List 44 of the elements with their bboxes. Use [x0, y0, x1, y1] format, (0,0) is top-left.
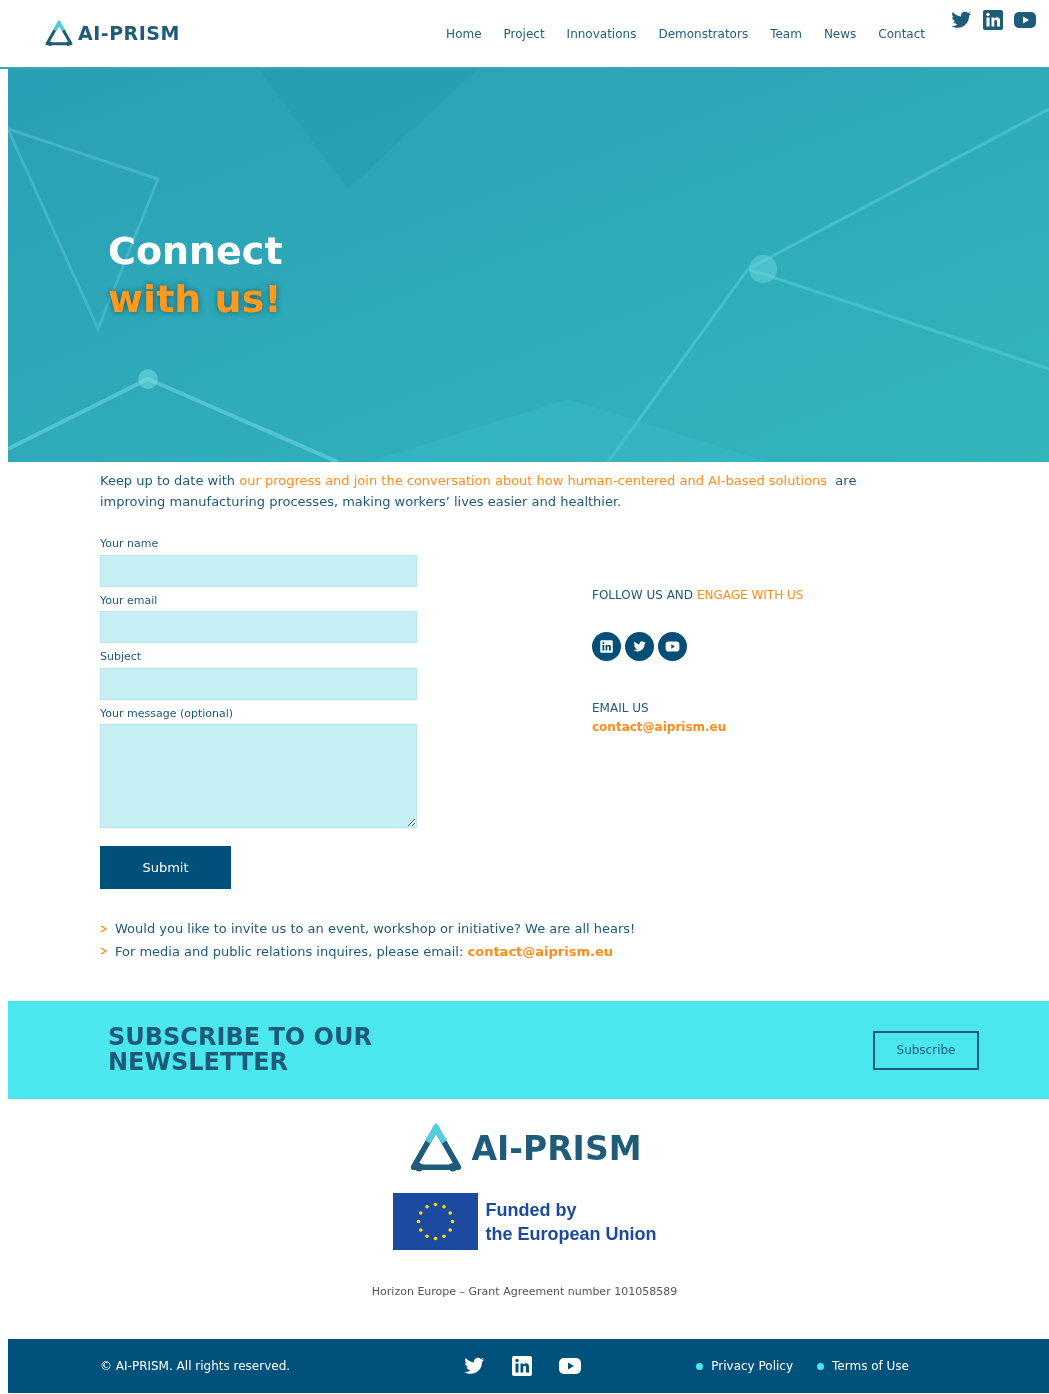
- nav-link[interactable]: News: [823, 24, 857, 43]
- linkedin-icon[interactable]: [599, 639, 614, 654]
- field-label: Your email: [100, 592, 159, 609]
- note-text: Would you like to invite us to an event, workshop or initiative? We are all hears!: [115, 920, 636, 938]
- chevron-icon: [100, 924, 107, 933]
- copyright-text: © AI-PRISM. All rights reserved.: [100, 1358, 292, 1375]
- intro-paragraph: Keep up to date with our progress and join the conversation about how human-centered and AI-based solutions are improving manufacturing processes, making workers’ lives easier and healthier.: [99, 472, 858, 511]
- twitter-icon[interactable]: [632, 639, 647, 654]
- nav-link[interactable]: Team: [770, 24, 802, 43]
- bullet-icon: [696, 1362, 704, 1370]
- field-label: Your name: [100, 536, 160, 552]
- input-field[interactable]: [100, 554, 417, 587]
- footer-link[interactable]: Privacy Policy: [711, 1357, 794, 1375]
- logo-icon[interactable]: [44, 18, 74, 49]
- hero-subtitle: with us!: [108, 276, 283, 323]
- follow-heading: FOLLOW US AND ENGAGE WITH US: [592, 587, 804, 604]
- logo-text[interactable]: AI-PRISM: [78, 19, 180, 48]
- newsletter-title: SUBSCRIBE TO OUR NEWSLETTER: [108, 1025, 373, 1075]
- nav-link[interactable]: Home: [446, 24, 482, 43]
- grant-text: Horizon Europe – Grant Agreement number 101058589: [371, 1284, 678, 1300]
- field-label: Your message (optional): [100, 705, 235, 722]
- linkedin-icon[interactable]: [509, 1354, 534, 1378]
- funded-by-text: Funded by: [485, 1198, 578, 1222]
- footer-link[interactable]: Terms of Use: [832, 1357, 909, 1375]
- input-field[interactable]: [100, 667, 417, 700]
- bullet-icon: [817, 1362, 825, 1370]
- chevron-icon: [100, 947, 107, 956]
- eu-text: the European Union: [485, 1222, 657, 1246]
- nav-link[interactable]: Innovations: [566, 24, 637, 43]
- email-label: EMAIL US: [592, 700, 650, 717]
- youtube-icon[interactable]: [665, 639, 680, 654]
- nav-link[interactable]: Demonstrators: [658, 24, 749, 43]
- submit-button[interactable]: Submit: [100, 846, 231, 889]
- linkedin-icon[interactable]: [981, 8, 1005, 32]
- message-field[interactable]: [100, 724, 417, 828]
- subscribe-button[interactable]: Subscribe: [873, 1030, 979, 1070]
- eu-flag-icon: [392, 1193, 478, 1250]
- input-field[interactable]: [100, 611, 417, 643]
- field-label: Subject: [100, 649, 143, 665]
- nav-link[interactable]: Contact: [878, 24, 925, 43]
- nav-link[interactable]: Project: [503, 24, 545, 43]
- footer-logo-text: AI-PRISM: [471, 1128, 642, 1171]
- hero-title: Connect: [108, 228, 283, 275]
- note-text: For media and public relations inquires, please email: contact@aiprism.eu: [115, 942, 613, 961]
